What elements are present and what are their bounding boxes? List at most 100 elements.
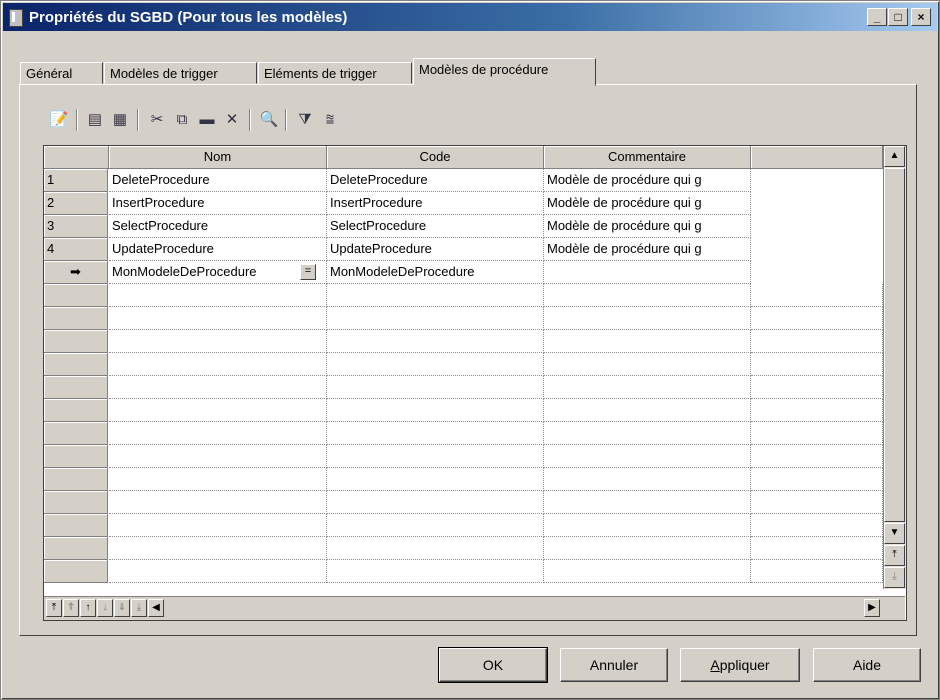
corner-header[interactable] <box>44 146 109 169</box>
move-up-icon[interactable]: ↑ <box>80 599 96 617</box>
table-cell-commentaire[interactable]: Modèle de procédure qui g <box>544 215 751 238</box>
empty-row-header[interactable] <box>44 445 108 468</box>
table-cell-nom-editing[interactable]: MonModeleDeProcedure <box>109 261 327 284</box>
table-cell-commentaire-editing[interactable] <box>544 261 751 284</box>
empty-cell[interactable] <box>544 514 751 537</box>
current-row-arrow-icon[interactable]: ➡ <box>44 261 108 284</box>
tab-general[interactable]: Général <box>20 62 103 84</box>
paste-icon[interactable]: ▬ <box>196 108 218 130</box>
empty-cell[interactable] <box>327 399 544 422</box>
empty-cell[interactable] <box>109 537 327 560</box>
empty-cell[interactable] <box>751 468 883 491</box>
empty-cell[interactable] <box>544 445 751 468</box>
empty-cell[interactable] <box>327 445 544 468</box>
empty-cell[interactable] <box>327 560 544 583</box>
empty-cell[interactable] <box>109 491 327 514</box>
scroll-bottom-icon[interactable]: ⤓ <box>884 567 905 588</box>
empty-cell[interactable] <box>751 399 883 422</box>
column-header-commentaire[interactable]: Commentaire <box>544 146 751 169</box>
empty-cell[interactable] <box>751 330 883 353</box>
empty-cell[interactable] <box>327 307 544 330</box>
row-number[interactable]: 2 <box>44 192 108 215</box>
empty-cell[interactable] <box>109 353 327 376</box>
add-row-icon[interactable]: ▦ <box>109 108 131 130</box>
empty-cell[interactable] <box>751 445 883 468</box>
table-cell-nom[interactable]: UpdateProcedure <box>109 238 327 261</box>
empty-row-header[interactable] <box>44 491 108 514</box>
tab-trigger-items[interactable]: Eléments de trigger <box>258 62 412 84</box>
move-page-up-icon[interactable]: ⇑ <box>63 599 79 617</box>
close-button[interactable]: × <box>911 8 931 26</box>
properties-icon[interactable]: 📝 <box>48 108 70 130</box>
empty-cell[interactable] <box>327 514 544 537</box>
empty-cell[interactable] <box>109 560 327 583</box>
find-icon[interactable]: 🔍 <box>258 108 280 130</box>
empty-cell[interactable] <box>544 491 751 514</box>
empty-cell[interactable] <box>109 514 327 537</box>
table-cell-nom[interactable]: DeleteProcedure <box>109 169 327 192</box>
empty-cell[interactable] <box>751 284 883 307</box>
empty-cell[interactable] <box>109 307 327 330</box>
column-header-code[interactable]: Code <box>327 146 544 169</box>
row-number[interactable]: 1 <box>44 169 108 192</box>
empty-cell[interactable] <box>751 376 883 399</box>
maximize-button[interactable]: □ <box>888 8 908 26</box>
move-bottom-icon[interactable]: ⤓ <box>131 599 147 617</box>
vertical-scrollbar[interactable]: ▲ ▼ ⤒ ⤓ <box>883 146 906 589</box>
move-down-icon[interactable]: ↓ <box>97 599 113 617</box>
empty-cell[interactable] <box>327 330 544 353</box>
empty-row-header[interactable] <box>44 284 108 307</box>
empty-cell[interactable] <box>109 468 327 491</box>
empty-cell[interactable] <box>544 307 751 330</box>
empty-cell[interactable] <box>751 422 883 445</box>
empty-row-header[interactable] <box>44 399 108 422</box>
scroll-top-icon[interactable]: ⤒ <box>884 545 905 566</box>
empty-cell[interactable] <box>751 537 883 560</box>
empty-cell[interactable] <box>109 445 327 468</box>
insert-row-icon[interactable]: ▤ <box>84 108 106 130</box>
empty-row-header[interactable] <box>44 422 108 445</box>
scroll-up-icon[interactable]: ▲ <box>884 146 905 167</box>
column-header-nom[interactable]: Nom <box>109 146 327 169</box>
row-number[interactable]: 4 <box>44 238 108 261</box>
empty-cell[interactable] <box>544 468 751 491</box>
scroll-right-icon[interactable]: ▶ <box>864 599 880 617</box>
table-cell-nom[interactable]: SelectProcedure <box>109 215 327 238</box>
empty-cell[interactable] <box>544 376 751 399</box>
name-code-sync-button[interactable]: = <box>300 264 316 280</box>
empty-cell[interactable] <box>544 399 751 422</box>
empty-cell[interactable] <box>544 422 751 445</box>
cut-icon[interactable]: ✂ <box>146 108 168 130</box>
empty-cell[interactable] <box>327 537 544 560</box>
empty-cell[interactable] <box>327 376 544 399</box>
apply-button[interactable]: Appliquer <box>680 648 800 682</box>
empty-row-header[interactable] <box>44 307 108 330</box>
filter-icon[interactable]: ⧩ <box>294 108 316 130</box>
nom-edit-value[interactable]: MonModeleDeProcedure <box>112 264 257 279</box>
help-button[interactable]: Aide <box>813 648 921 682</box>
empty-cell[interactable] <box>544 537 751 560</box>
empty-cell[interactable] <box>544 353 751 376</box>
empty-cell[interactable] <box>544 284 751 307</box>
empty-cell[interactable] <box>327 468 544 491</box>
empty-row-header[interactable] <box>44 468 108 491</box>
table-cell-nom[interactable]: InsertProcedure <box>109 192 327 215</box>
column-header-extra[interactable] <box>751 146 883 169</box>
row-number[interactable]: 3 <box>44 215 108 238</box>
empty-cell[interactable] <box>751 353 883 376</box>
empty-row-header[interactable] <box>44 560 108 583</box>
empty-cell[interactable] <box>327 284 544 307</box>
delete-icon[interactable]: ✕ <box>221 108 243 130</box>
minimize-button[interactable]: _ <box>867 8 887 26</box>
empty-cell[interactable] <box>109 422 327 445</box>
empty-cell[interactable] <box>327 491 544 514</box>
empty-row-header[interactable] <box>44 353 108 376</box>
cancel-button[interactable]: Annuler <box>560 648 668 682</box>
empty-cell[interactable] <box>109 330 327 353</box>
empty-cell[interactable] <box>544 330 751 353</box>
scroll-left-icon[interactable]: ◀ <box>148 599 164 617</box>
tab-trigger-templates[interactable]: Modèles de trigger <box>104 62 257 84</box>
customize-columns-icon[interactable]: ⩰ <box>319 108 341 130</box>
empty-cell[interactable] <box>751 307 883 330</box>
move-page-down-icon[interactable]: ⇓ <box>114 599 130 617</box>
